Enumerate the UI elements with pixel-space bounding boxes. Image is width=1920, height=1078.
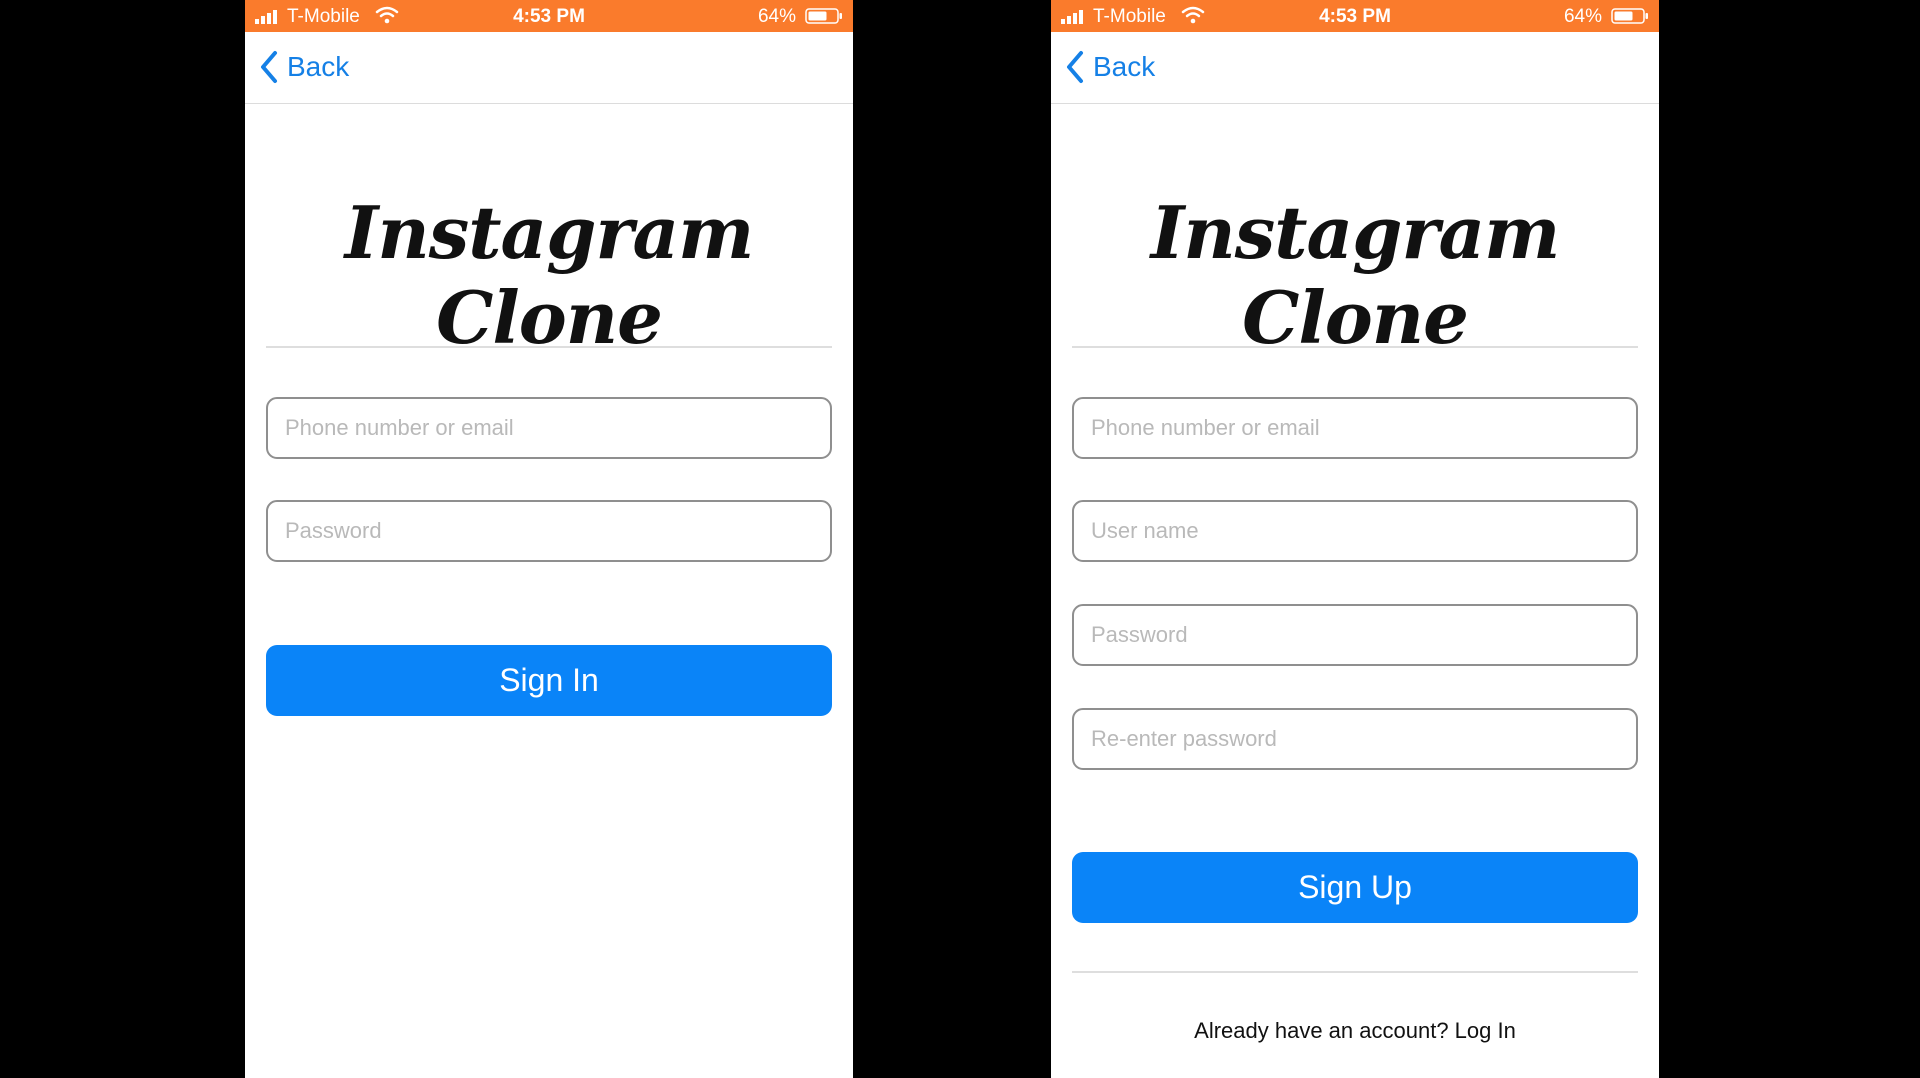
battery-percent: 64% [757, 6, 796, 27]
password-field[interactable] [1072, 604, 1638, 666]
back-button[interactable]: Back [259, 49, 349, 85]
back-label: Back [1093, 51, 1156, 82]
back-button[interactable]: Back [1065, 49, 1155, 85]
back-label: Back [287, 51, 350, 82]
title-divider [266, 346, 832, 348]
navigation-bar: Back [1051, 32, 1659, 104]
email-field[interactable] [266, 397, 832, 459]
battery-icon [1611, 8, 1648, 24]
email-field[interactable] [1072, 397, 1638, 459]
chevron-left-icon [261, 51, 277, 83]
app-title: Instagram Clone [1150, 190, 1561, 360]
password-field[interactable] [266, 500, 832, 562]
chevron-left-icon [1067, 51, 1083, 83]
battery-percent: 64% [1563, 6, 1602, 27]
login-link[interactable]: Already have an account? Log In [1051, 1018, 1659, 1044]
status-bar: T-Mobile 4:53 PM 64% [245, 0, 853, 32]
username-field[interactable] [1072, 500, 1638, 562]
signin-screen: T-Mobile 4:53 PM 64% Back Instagram Clon… [245, 0, 853, 1078]
app-title: Instagram Clone [344, 190, 755, 360]
status-bar: T-Mobile 4:53 PM 64% [1051, 0, 1659, 32]
title-divider [1072, 346, 1638, 348]
sign-up-button[interactable]: Sign Up [1072, 852, 1638, 923]
reenter-password-field[interactable] [1072, 708, 1638, 770]
signup-screen: T-Mobile 4:53 PM 64% Back Instagram Clon… [1051, 0, 1659, 1078]
sign-in-button[interactable]: Sign In [266, 645, 832, 716]
navigation-bar: Back [245, 32, 853, 104]
battery-icon [805, 8, 842, 24]
footer-divider [1072, 971, 1638, 973]
